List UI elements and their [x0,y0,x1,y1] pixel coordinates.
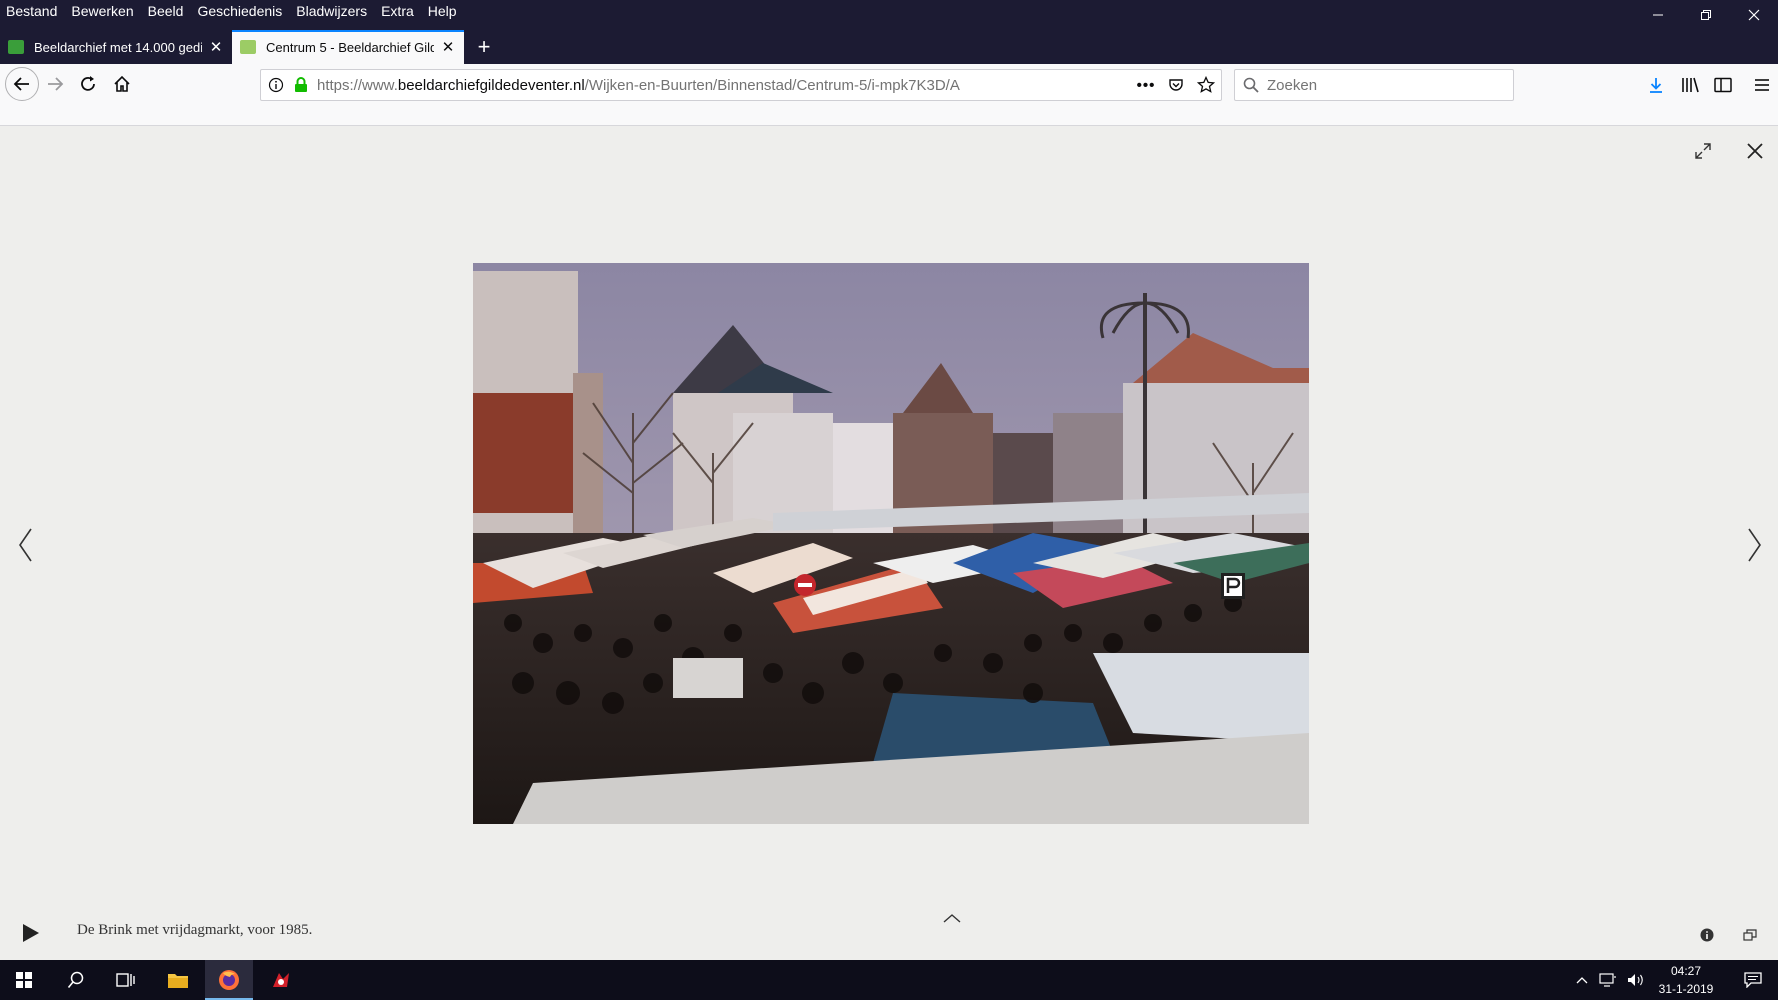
home-icon [114,75,130,92]
tab-title: Beeldarchief met 14.000 gedigi [34,39,202,55]
chevron-up-icon [943,914,961,923]
menu-beeld[interactable]: Beeld [148,3,184,19]
windows-icon [1743,929,1757,941]
clock-date: 31-1-2019 [1658,982,1714,996]
restore-icon [1701,10,1711,20]
photo-actions-button[interactable] [1740,926,1760,944]
file-explorer-button[interactable] [154,960,202,1000]
pocket-icon[interactable] [1161,77,1191,93]
search-icon [67,971,84,989]
chevron-up-icon [1576,977,1588,984]
firefox-taskbar-button[interactable] [205,960,253,1000]
search-icon [1243,77,1259,93]
reload-icon [81,76,95,91]
previous-photo-button[interactable] [10,520,40,570]
expand-icon [1695,143,1711,159]
close-tab-icon[interactable]: ✕ [440,38,456,56]
close-tab-icon[interactable]: ✕ [208,38,224,56]
bookmark-star-icon[interactable] [1191,76,1221,94]
notification-icon [1744,972,1762,988]
chevron-left-icon [19,528,32,562]
back-arrow-icon [13,77,29,91]
info-icon [1700,928,1714,942]
sidebar-button[interactable] [1707,69,1739,101]
search-input[interactable] [1267,76,1487,94]
url-domain: beeldarchiefgildedeventer.nl [397,76,585,94]
hamburger-icon [1755,79,1769,91]
clock-time: 04:27 [1670,964,1702,978]
minimize-icon [1653,14,1663,16]
network-tray-button[interactable] [1596,960,1620,1000]
tab-title: Centrum 5 - Beeldarchief Gilde [266,39,434,55]
leaf-favicon-icon [8,40,24,54]
close-window-button[interactable] [1730,0,1778,30]
tab-beeldarchief[interactable]: Beeldarchief met 14.000 gedigi ✕ [0,30,232,64]
taskbar-clock[interactable]: 04:27 31-1-2019 [1654,962,1718,998]
menu-bladwijzers[interactable]: Bladwijzers [296,3,367,19]
show-details-button[interactable] [940,910,964,926]
window-controls [1634,0,1778,30]
speaker-icon [1628,974,1643,986]
app-taskbar-button[interactable] [257,960,305,1000]
menu-help[interactable]: Help [428,3,457,19]
slideshow-play-button[interactable] [18,920,44,946]
windows-logo-icon [16,972,32,988]
close-icon [1747,143,1763,159]
menu-bestand[interactable]: Bestand [6,3,57,19]
page-actions-icon[interactable]: ••• [1131,77,1161,94]
site-info-icon[interactable] [261,77,291,93]
address-bar[interactable]: https://www.beeldarchiefgildedeventer.nl… [260,69,1222,101]
volume-tray-button[interactable] [1624,960,1648,1000]
network-icon [1599,973,1616,987]
photo-info-button[interactable] [1698,926,1716,944]
lock-icon[interactable] [291,77,311,93]
plus-icon: + [477,34,491,59]
tab-strip: Beeldarchief met 14.000 gedigi ✕ Centrum… [0,30,504,64]
library-icon [1682,77,1699,93]
forward-button[interactable] [39,68,71,100]
market-square-image [473,263,1309,824]
start-button[interactable] [0,960,48,1000]
firefox-icon [219,970,239,990]
folder-icon [168,974,188,988]
downloads-button[interactable] [1640,69,1672,101]
new-tab-button[interactable]: + [464,30,504,64]
menu-bewerken[interactable]: Bewerken [71,3,133,19]
show-hidden-icons-button[interactable] [1570,960,1594,1000]
back-button[interactable] [5,67,39,101]
action-center-button[interactable] [1737,960,1769,1000]
download-icon [1650,78,1662,93]
menu-extra[interactable]: Extra [381,3,414,19]
forward-arrow-icon [48,77,64,91]
fullscreen-button[interactable] [1690,138,1716,164]
close-icon [1748,9,1760,21]
next-photo-button[interactable] [1740,520,1770,570]
sidebar-icon [1714,77,1732,93]
minimize-button[interactable] [1634,0,1682,30]
market-photo [473,263,1309,824]
page-favicon-icon [240,40,256,54]
menu-button[interactable] [1746,69,1778,101]
menu-bar: Bestand Bewerken Beeld Geschiedenis Blad… [0,0,471,22]
menu-geschiedenis[interactable]: Geschiedenis [197,3,282,19]
close-lightbox-button[interactable] [1740,136,1770,166]
home-button[interactable] [106,68,138,100]
url-text[interactable]: https://www.beeldarchiefgildedeventer.nl… [317,77,1131,94]
task-view-icon [116,973,135,987]
chevron-right-icon [1748,528,1761,562]
url-prefix: https://www. [317,76,398,94]
red-app-icon [273,973,289,987]
task-view-button[interactable] [102,960,150,1000]
url-path: /Wijken-en-Buurten/Binnenstad/Centrum-5/… [584,76,960,94]
restore-button[interactable] [1682,0,1730,30]
search-bar[interactable] [1234,69,1514,101]
library-button[interactable] [1674,69,1706,101]
taskbar-search-button[interactable] [52,960,100,1000]
play-icon [23,924,39,942]
reload-button[interactable] [72,68,104,100]
tab-centrum-5[interactable]: Centrum 5 - Beeldarchief Gilde ✕ [232,30,464,64]
photo-caption: De Brink met vrijdagmarkt, voor 1985. [77,922,313,938]
